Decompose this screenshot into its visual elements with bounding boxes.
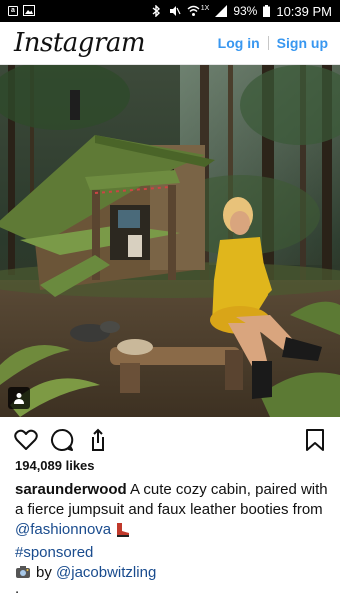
battery-icon — [263, 5, 271, 17]
brand-mention-link[interactable]: @fashionnova — [15, 521, 111, 538]
boot-emoji-icon — [114, 523, 130, 543]
instagram-logo[interactable]: Instagram — [14, 28, 146, 58]
user-tag-icon[interactable] — [8, 387, 30, 409]
battery-percent: 93% — [233, 4, 258, 18]
wifi-icon — [187, 5, 200, 17]
post-caption: saraunderwood A cute cozy cabin, paired … — [15, 480, 330, 585]
notification-icon: a — [8, 6, 18, 16]
status-bar: a 1X 93% 10:39 PM — [0, 0, 340, 22]
caption-trailing-dot: . — [15, 580, 20, 597]
comment-icon[interactable] — [49, 427, 75, 453]
app-header: Instagram Log in Sign up — [0, 22, 340, 65]
bluetooth-icon — [151, 5, 163, 17]
clock: 10:39 PM — [276, 3, 332, 19]
divider — [267, 36, 269, 50]
auth-links: Log in Sign up — [218, 35, 328, 51]
post-photo[interactable] — [0, 65, 340, 417]
caption-username[interactable]: saraunderwood — [15, 481, 127, 498]
login-link[interactable]: Log in — [218, 35, 260, 51]
like-heart-icon[interactable] — [13, 427, 39, 453]
photographer-mention-link[interactable]: @jacobwitzling — [56, 564, 156, 581]
likes-count[interactable]: 194,089 likes — [15, 458, 95, 473]
image-notification-icon — [23, 5, 35, 17]
post-actions — [0, 424, 340, 456]
share-icon[interactable] — [85, 427, 111, 453]
hashtag-link[interactable]: #sponsored — [15, 544, 93, 561]
signal-icon — [215, 5, 228, 17]
credit-prefix: by — [36, 564, 52, 581]
signup-link[interactable]: Sign up — [277, 35, 328, 51]
bookmark-icon[interactable] — [302, 427, 328, 453]
mute-icon — [169, 5, 181, 17]
network-type-label: 1X — [200, 4, 210, 12]
